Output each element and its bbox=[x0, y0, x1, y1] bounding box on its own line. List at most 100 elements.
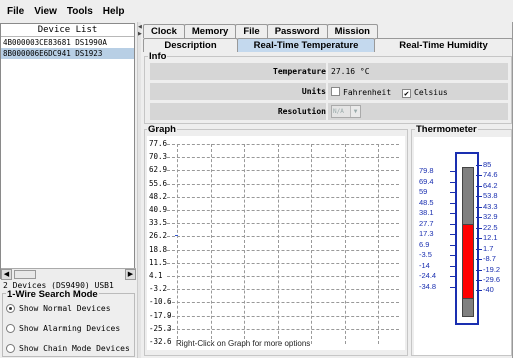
tab-clock[interactable]: Clock bbox=[143, 24, 185, 38]
tab-description[interactable]: Description bbox=[143, 38, 238, 52]
info-title: Info bbox=[148, 51, 168, 62]
graph-gridline-v bbox=[244, 144, 245, 344]
device-list-header[interactable]: Device List bbox=[1, 24, 134, 37]
tab-password[interactable]: Password bbox=[266, 24, 328, 38]
radio-show-normal[interactable]: Show Normal Devices bbox=[6, 304, 111, 313]
celsius-checkbox[interactable]: ✔ Celsius bbox=[402, 88, 448, 98]
fahrenheit-scale-tick bbox=[476, 185, 482, 187]
graph-gridline-h bbox=[167, 302, 399, 304]
row-divider bbox=[326, 63, 328, 80]
graph-gridline-h bbox=[167, 170, 399, 172]
celsius-scale-tick bbox=[450, 213, 456, 214]
checkbox-checked-icon: ✔ bbox=[402, 89, 411, 98]
device-list: Device List 4B000003CE83681 DS1990A 8B00… bbox=[0, 23, 136, 280]
graph-gridline-h bbox=[167, 249, 399, 251]
fahrenheit-scale-label: -29.6 bbox=[483, 274, 501, 284]
graph-title: Graph bbox=[147, 124, 177, 135]
fahrenheit-scale-tick bbox=[476, 290, 482, 292]
graph-y-tick-label: 40.9 bbox=[149, 205, 168, 214]
celsius-scale-tick bbox=[450, 192, 456, 193]
menu-file[interactable]: File bbox=[7, 6, 24, 17]
scroll-thumb[interactable] bbox=[14, 270, 36, 279]
graph-y-tick-label: 4.1 bbox=[149, 271, 163, 280]
scroll-right-icon[interactable]: ▶ bbox=[125, 269, 136, 280]
fahrenheit-scale-label: 32.9 bbox=[483, 212, 498, 222]
graph-y-tick-label: 33.5 bbox=[149, 218, 168, 228]
tab-memory[interactable]: Memory bbox=[183, 24, 237, 38]
celsius-scale-label: -3.5 bbox=[419, 250, 432, 259]
units-row: Units Fahrenheit ✔ Celsius bbox=[150, 83, 508, 100]
tab-mission[interactable]: Mission bbox=[326, 24, 378, 38]
device-item[interactable]: 4B000003CE83681 DS1990A bbox=[1, 37, 134, 48]
tab-file[interactable]: File bbox=[235, 24, 268, 38]
fahrenheit-scale-label: -19.2 bbox=[483, 264, 501, 274]
thermometer-gauge: 79.8 69.4 59 48.5 38.1 27.7 17.3 6.9 -3.5 -14 -24.… bbox=[414, 137, 511, 355]
graph-gridline-h bbox=[167, 262, 399, 264]
menu-view[interactable]: View bbox=[34, 6, 57, 17]
device-item-selected[interactable]: 8B000006E6DC941 DS1923 bbox=[1, 48, 134, 59]
celsius-scale-label: -34.8 bbox=[419, 281, 437, 291]
graph-gridline-h bbox=[167, 315, 399, 317]
thermometer-mercury bbox=[462, 224, 474, 300]
fahrenheit-scale-tick bbox=[476, 227, 482, 229]
graph-y-tick-label: -3.2 bbox=[149, 284, 168, 294]
graph-y-tick-label: 18.8 bbox=[149, 244, 168, 254]
scroll-left-icon[interactable]: ◀ bbox=[1, 269, 12, 280]
celsius-scale-label: 27.7 bbox=[419, 218, 434, 228]
graph-gridline-v bbox=[344, 144, 346, 344]
graph-gridline-v bbox=[210, 144, 212, 344]
menu-bar: File View Tools Help bbox=[0, 0, 513, 22]
graph-gridline-v bbox=[378, 144, 379, 344]
graph-plot-area[interactable]: Right-Click on Graph for more options 77… bbox=[147, 136, 405, 350]
info-panel: Info Temperature 27.16 °C Units Fahrenhe… bbox=[144, 51, 512, 124]
graph-gridline-h bbox=[167, 210, 399, 211]
collapse-left-icon[interactable]: ◀ bbox=[138, 24, 142, 30]
sub-tabs: Description Real-Time Temperature Real-T… bbox=[143, 38, 513, 52]
graph-gridline-h bbox=[167, 196, 399, 198]
radio-label: Show Chain Mode Devices bbox=[19, 344, 130, 353]
celsius-scale-label: 48.5 bbox=[419, 197, 434, 207]
celsius-scale-tick bbox=[450, 181, 456, 183]
split-pane-divider[interactable]: ◀ ▶ bbox=[137, 22, 142, 358]
fahrenheit-scale-tick bbox=[476, 259, 482, 261]
thermometer-panel: Thermometer 79.8 69.4 59 48.5 38.1 27.7 17.3 6.… bbox=[411, 124, 512, 356]
celsius-scale-tick bbox=[450, 244, 456, 246]
fahrenheit-scale-tick bbox=[476, 238, 482, 240]
radio-show-alarming[interactable]: Show Alarming Devices bbox=[6, 324, 120, 333]
tab-real-time-temperature[interactable]: Real-Time Temperature bbox=[237, 38, 375, 52]
fahrenheit-scale-tick bbox=[476, 165, 482, 166]
fahrenheit-scale-tick bbox=[476, 196, 482, 198]
fahrenheit-scale-label: -8.7 bbox=[483, 254, 496, 264]
radio-off-icon bbox=[6, 324, 15, 333]
radio-show-chain[interactable]: Show Chain Mode Devices bbox=[6, 344, 130, 353]
graph-gridline-h bbox=[167, 223, 399, 225]
resolution-dropdown[interactable]: N/A ▼ bbox=[331, 105, 361, 118]
tab-real-time-humidity[interactable]: Real-Time Humidity bbox=[374, 38, 513, 52]
temperature-row: Temperature 27.16 °C bbox=[150, 63, 508, 80]
menu-tools[interactable]: Tools bbox=[67, 6, 93, 17]
celsius-scale-label: -24.4 bbox=[419, 271, 437, 280]
horizontal-scrollbar[interactable]: ◀ ▶ bbox=[1, 268, 136, 280]
celsius-scale-label: 69.4 bbox=[419, 176, 434, 186]
fahrenheit-scale-label: 85 bbox=[483, 160, 492, 169]
celsius-scale-label: 17.3 bbox=[419, 229, 434, 238]
graph-panel: Graph Right-Click on Graph for more opti… bbox=[144, 124, 408, 356]
collapse-right-icon[interactable]: ▶ bbox=[138, 31, 142, 37]
radio-on-icon bbox=[6, 304, 15, 313]
radio-label: Show Normal Devices bbox=[19, 304, 111, 313]
device-panel: Device List 4B000003CE83681 DS1990A 8B00… bbox=[0, 22, 136, 358]
fahrenheit-scale-label: -40 bbox=[483, 285, 494, 295]
graph-gridline-h bbox=[167, 183, 399, 185]
fahrenheit-scale-tick bbox=[476, 217, 482, 219]
fahrenheit-checkbox[interactable]: Fahrenheit bbox=[331, 87, 391, 97]
celsius-label: Celsius bbox=[414, 88, 448, 97]
temperature-label: Temperature bbox=[273, 67, 326, 76]
menu-help[interactable]: Help bbox=[103, 6, 125, 17]
fahrenheit-scale-label: 22.5 bbox=[483, 222, 498, 232]
chevron-down-icon[interactable]: ▼ bbox=[350, 106, 360, 117]
app-window: File View Tools Help Device List 4B00000… bbox=[0, 0, 513, 358]
row-divider bbox=[326, 83, 328, 100]
graph-gridline-h bbox=[167, 144, 399, 145]
graph-y-tick-label: 11.5 bbox=[149, 257, 168, 267]
units-label: Units bbox=[301, 87, 326, 96]
